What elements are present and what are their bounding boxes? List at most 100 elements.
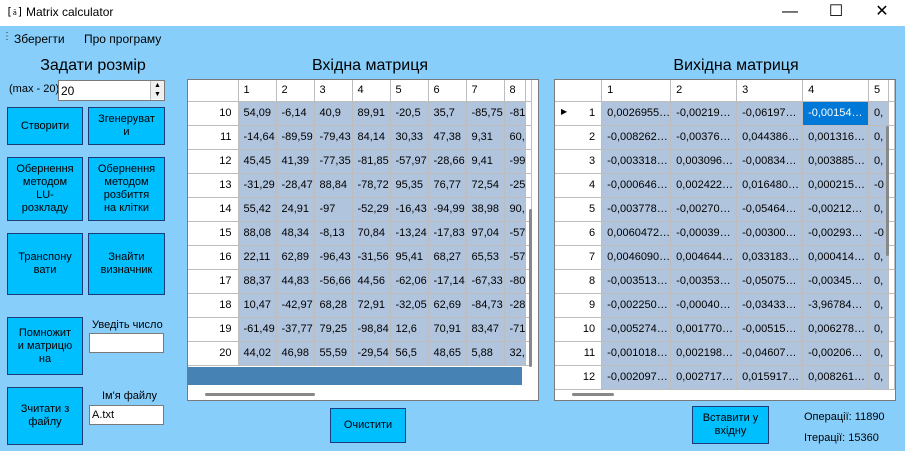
- matrix-cell[interactable]: 44,83: [276, 269, 315, 294]
- size-spinner[interactable]: ▲ ▼: [58, 80, 165, 101]
- matrix-cell[interactable]: -14,64: [238, 125, 277, 150]
- column-header[interactable]: 1: [601, 80, 672, 102]
- matrix-cell[interactable]: -94,99: [428, 197, 467, 222]
- matrix-cell[interactable]: -57,97: [390, 149, 429, 174]
- matrix-cell[interactable]: -37,77: [276, 317, 315, 342]
- table-row[interactable]: 12 -0,002097… 0,002717… 0,015917… 0,008261… 0…: [555, 365, 895, 390]
- table-row[interactable]: 4 -0,000646… 0,002422… 0,016480… 0,000215… -0: [555, 173, 895, 198]
- row-header[interactable]: 19: [188, 317, 239, 342]
- matrix-cell[interactable]: 0,033183…: [736, 245, 804, 270]
- matrix-cell[interactable]: 79,25: [314, 317, 353, 342]
- matrix-cell[interactable]: 44,56: [352, 269, 391, 294]
- matrix-cell[interactable]: 0,: [868, 293, 889, 318]
- matrix-cell[interactable]: -81,85: [352, 149, 391, 174]
- matrix-cell[interactable]: 55,59: [314, 341, 353, 366]
- matrix-cell[interactable]: -28,66: [428, 149, 467, 174]
- matrix-cell[interactable]: 10,47: [238, 293, 277, 318]
- matrix-cell[interactable]: 72,54: [466, 173, 505, 198]
- matrix-cell[interactable]: 0,001316…: [802, 125, 870, 150]
- matrix-cell[interactable]: -17,14: [428, 269, 467, 294]
- column-header[interactable]: 7: [466, 80, 505, 102]
- row-header[interactable]: 12: [555, 365, 603, 390]
- spinner-buttons[interactable]: ▲ ▼: [150, 81, 164, 100]
- table-row[interactable]: 20 44,02 46,98 55,59 -29,54 56,5 48,65 5,88 32,: [188, 341, 533, 366]
- matrix-cell[interactable]: 0,008261…: [802, 365, 870, 390]
- matrix-cell[interactable]: -61,49: [238, 317, 277, 342]
- column-header[interactable]: 5: [390, 80, 429, 102]
- column-header[interactable]: 4: [802, 80, 870, 102]
- matrix-cell[interactable]: -85,75: [466, 101, 505, 126]
- row-header[interactable]: 7: [555, 245, 603, 270]
- close-button[interactable]: ✕: [859, 0, 905, 26]
- matrix-cell[interactable]: 84,14: [352, 125, 391, 150]
- row-header[interactable]: 20: [188, 341, 239, 366]
- create-button[interactable]: Створити: [7, 107, 83, 145]
- matrix-cell[interactable]: -0,00376…: [670, 125, 738, 150]
- matrix-cell[interactable]: 0,002422…: [670, 173, 738, 198]
- matrix-cell[interactable]: -98,84: [352, 317, 391, 342]
- column-header[interactable]: 5: [868, 80, 889, 102]
- matrix-cell[interactable]: -0,06197…: [736, 101, 804, 126]
- matrix-cell[interactable]: 88,08: [238, 221, 277, 246]
- input-matrix-table[interactable]: 12345678 10 54,09 -6,14 40,9 89,91 -20,5 35,7-…: [188, 80, 533, 366]
- table-row[interactable]: 11 -14,64 -89,59 -79,43 84,14 30,33 47,38 9,31 6…: [188, 125, 533, 150]
- matrix-cell[interactable]: -6,14: [276, 101, 315, 126]
- row-header[interactable]: 18: [188, 293, 239, 318]
- column-header[interactable]: 1: [238, 80, 277, 102]
- matrix-cell[interactable]: 65,53: [466, 245, 505, 270]
- matrix-cell[interactable]: 68,27: [428, 245, 467, 270]
- table-row[interactable]: 6 0,0060472… -0,00039… -0,00300… -0,00293… -0: [555, 221, 895, 246]
- matrix-cell[interactable]: 40,9: [314, 101, 353, 126]
- spin-down-icon[interactable]: ▼: [151, 90, 164, 99]
- matrix-cell[interactable]: -99: [504, 149, 527, 174]
- filename-field[interactable]: [89, 405, 164, 425]
- table-row[interactable]: ▶ 1 0,0026955… -0,00219… -0,06197… -0,00154… 0…: [555, 101, 895, 126]
- matrix-cell[interactable]: 35,7: [428, 101, 467, 126]
- minimize-button[interactable]: —: [767, 0, 813, 26]
- matrix-cell[interactable]: -0,00300…: [736, 221, 804, 246]
- row-header[interactable]: 10: [188, 101, 239, 126]
- table-row[interactable]: 13 -31,29 -28,47 88,84 -78,72 95,35 76,77 72,54…: [188, 173, 533, 198]
- matrix-cell[interactable]: -0,000646…: [601, 173, 672, 198]
- matrix-cell[interactable]: -0,05075…: [736, 269, 804, 294]
- matrix-cell[interactable]: -8,13: [314, 221, 353, 246]
- matrix-cell[interactable]: 0,006278…: [802, 317, 870, 342]
- matrix-cell[interactable]: 0,0060472…: [601, 221, 672, 246]
- determinant-button[interactable]: Знайти визначник: [88, 233, 165, 295]
- row-header[interactable]: 2: [555, 125, 603, 150]
- matrix-cell[interactable]: 95,41: [390, 245, 429, 270]
- matrix-cell[interactable]: -0,008262…: [601, 125, 672, 150]
- matrix-cell[interactable]: 0,0046090…: [601, 245, 672, 270]
- matrix-cell[interactable]: 24,91: [276, 197, 315, 222]
- matrix-cell[interactable]: -67,33: [466, 269, 505, 294]
- row-header[interactable]: 11: [555, 341, 603, 366]
- matrix-cell[interactable]: -32,05: [390, 293, 429, 318]
- lu-inverse-button[interactable]: Обернення методом LU- розкладу: [7, 157, 83, 221]
- matrix-cell[interactable]: 97,04: [466, 221, 505, 246]
- row-header[interactable]: 5: [555, 197, 603, 222]
- matrix-cell[interactable]: -0,00270…: [670, 197, 738, 222]
- matrix-cell[interactable]: 89,91: [352, 101, 391, 126]
- matrix-cell[interactable]: 9,31: [466, 125, 505, 150]
- matrix-cell[interactable]: 0,044386…: [736, 125, 804, 150]
- output-matrix-table[interactable]: 12345 ▶ 1 0,0026955… -0,00219… -0,06197… -0,0…: [555, 80, 895, 390]
- matrix-cell[interactable]: 0,004644…: [670, 245, 738, 270]
- matrix-cell[interactable]: -0,003318…: [601, 149, 672, 174]
- row-header[interactable]: 11: [188, 125, 239, 150]
- matrix-cell[interactable]: -29,54: [352, 341, 391, 366]
- matrix-cell[interactable]: 30,33: [390, 125, 429, 150]
- matrix-cell[interactable]: -79,43: [314, 125, 353, 150]
- row-header[interactable]: 4: [555, 173, 603, 198]
- matrix-cell[interactable]: -0,00219…: [670, 101, 738, 126]
- matrix-cell[interactable]: 48,65: [428, 341, 467, 366]
- output-vertical-scrollbar[interactable]: [886, 126, 889, 256]
- matrix-cell[interactable]: 0,: [868, 269, 889, 294]
- matrix-cell[interactable]: -0,002250…: [601, 293, 672, 318]
- row-header[interactable]: 6: [555, 221, 603, 246]
- matrix-cell[interactable]: 32,: [504, 341, 527, 366]
- matrix-cell[interactable]: -0,002097…: [601, 365, 672, 390]
- matrix-cell[interactable]: -13,24: [390, 221, 429, 246]
- table-row[interactable]: 5 -0,003778… -0,00270… -0,05464… -0,00212… 0,: [555, 197, 895, 222]
- matrix-cell[interactable]: -28: [504, 293, 527, 318]
- row-header[interactable]: 8: [555, 269, 603, 294]
